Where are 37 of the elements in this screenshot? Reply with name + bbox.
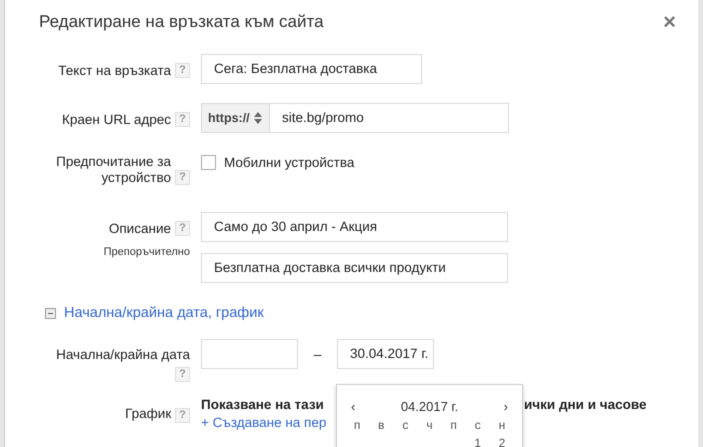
weekday-label: п	[449, 418, 458, 432]
checkbox[interactable]	[201, 155, 216, 170]
previous-month-button[interactable]: ‹	[351, 399, 356, 414]
calendar-day[interactable]: 2	[490, 436, 514, 447]
weekday-label: ч	[425, 418, 434, 432]
weekday-label: п	[352, 418, 362, 432]
url-field[interactable]: site.bg/promo	[269, 103, 509, 133]
close-icon[interactable]: ×	[663, 12, 676, 32]
collapse-icon[interactable]	[45, 308, 56, 318]
calendar-day[interactable]: 1	[466, 436, 490, 447]
protocol-select[interactable]: https://	[201, 103, 269, 133]
text-field[interactable]: Сега: Безплатна доставка	[201, 54, 422, 84]
field-label: Описание	[108, 221, 171, 237]
calendar-month: 04.2017 г.	[400, 399, 458, 414]
field-label: График	[125, 406, 172, 422]
recommended-note: Препоръчително	[102, 245, 190, 260]
section-link[interactable]: Начална/крайна дата, график	[64, 305, 264, 321]
start-date-field[interactable]	[201, 339, 298, 369]
description-field[interactable]: Само до 30 април - Акция	[201, 212, 508, 242]
end-date-field[interactable]: 30.04.2017 г.	[337, 339, 434, 369]
weekday-label: с	[474, 418, 482, 432]
dialog-title: Редактиране на връзката към сайта	[39, 12, 324, 32]
field-label: Текст на връзката	[58, 63, 171, 79]
next-month-button[interactable]: ›	[504, 399, 508, 414]
weekday-label: с	[401, 418, 410, 432]
field-label: Краен URL адрес	[62, 112, 171, 128]
schedule-text: Показване на тази	[201, 396, 325, 414]
field-label: Предпочитание за устройство	[55, 154, 171, 186]
weekday-label: н	[498, 418, 506, 432]
description-field[interactable]: Безплатна доставка всички продукти	[201, 253, 508, 283]
weekday-label: в	[377, 418, 386, 432]
up-down-arrows-icon[interactable]	[254, 112, 262, 124]
create-schedule-link[interactable]: + Създаване на пер	[201, 414, 336, 432]
checkbox-label: Мобилни устройства	[224, 155, 354, 170]
date-separator: –	[312, 345, 322, 364]
schedule-text: ички дни и часове	[524, 396, 646, 414]
field-label: Начална/крайна дата	[56, 347, 190, 362]
